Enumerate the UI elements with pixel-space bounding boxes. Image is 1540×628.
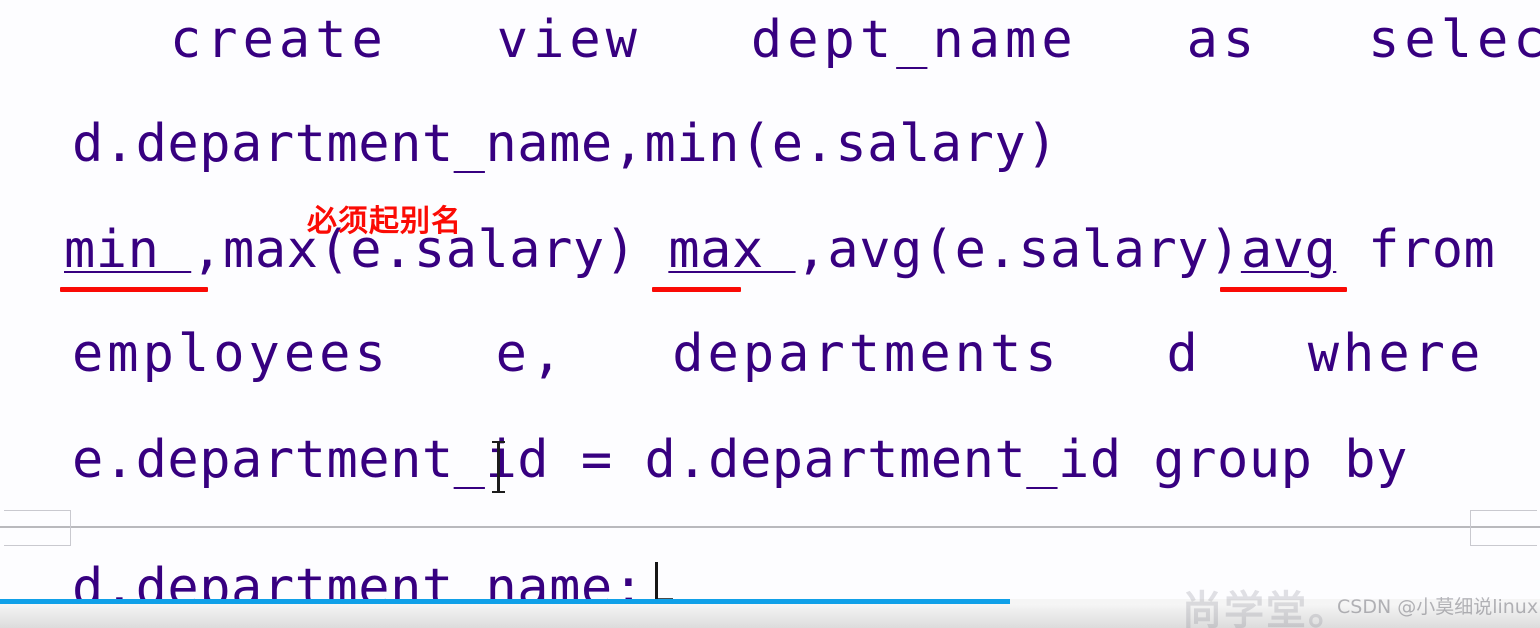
- code-line-3: min ,max(e.salary) max ,avg(e.salary)avg…: [64, 224, 1495, 276]
- page-break-bracket-left: [4, 510, 71, 546]
- code-line-5: e.department_id = d.department_id group …: [72, 430, 1408, 490]
- red-underline-max: [652, 287, 741, 292]
- code-line-1: create view dept_name as select: [170, 10, 1540, 70]
- code-token-avg: avg: [1240, 220, 1337, 280]
- code-line-4: employees e, departments d where: [72, 324, 1485, 384]
- code-token-from: from: [1336, 220, 1496, 280]
- red-annotation-note: 必须起别名: [307, 204, 462, 239]
- video-screenshot-root: create view dept_name as select d.depart…: [0, 0, 1540, 628]
- brand-watermark: 尚学堂。: [1182, 588, 1350, 628]
- code-token-min: min: [64, 220, 192, 280]
- csdn-watermark: CSDN @小莫细说linux: [1337, 596, 1539, 618]
- code-token-max: max: [668, 220, 796, 280]
- page-break-bracket-right: [1470, 510, 1537, 546]
- red-underline-min: [60, 287, 208, 292]
- video-progress-fill[interactable]: [0, 599, 1010, 604]
- document-editor-area[interactable]: create view dept_name as select d.depart…: [0, 0, 1540, 622]
- text-ibeam-cursor-icon: [492, 441, 505, 493]
- code-line-2: d.department_name,min(e.salary): [72, 114, 1059, 174]
- page-break-rule: [0, 526, 1540, 528]
- red-underline-avg: [1220, 287, 1347, 292]
- code-token-avg-expr: ,avg(e.salary): [795, 220, 1241, 280]
